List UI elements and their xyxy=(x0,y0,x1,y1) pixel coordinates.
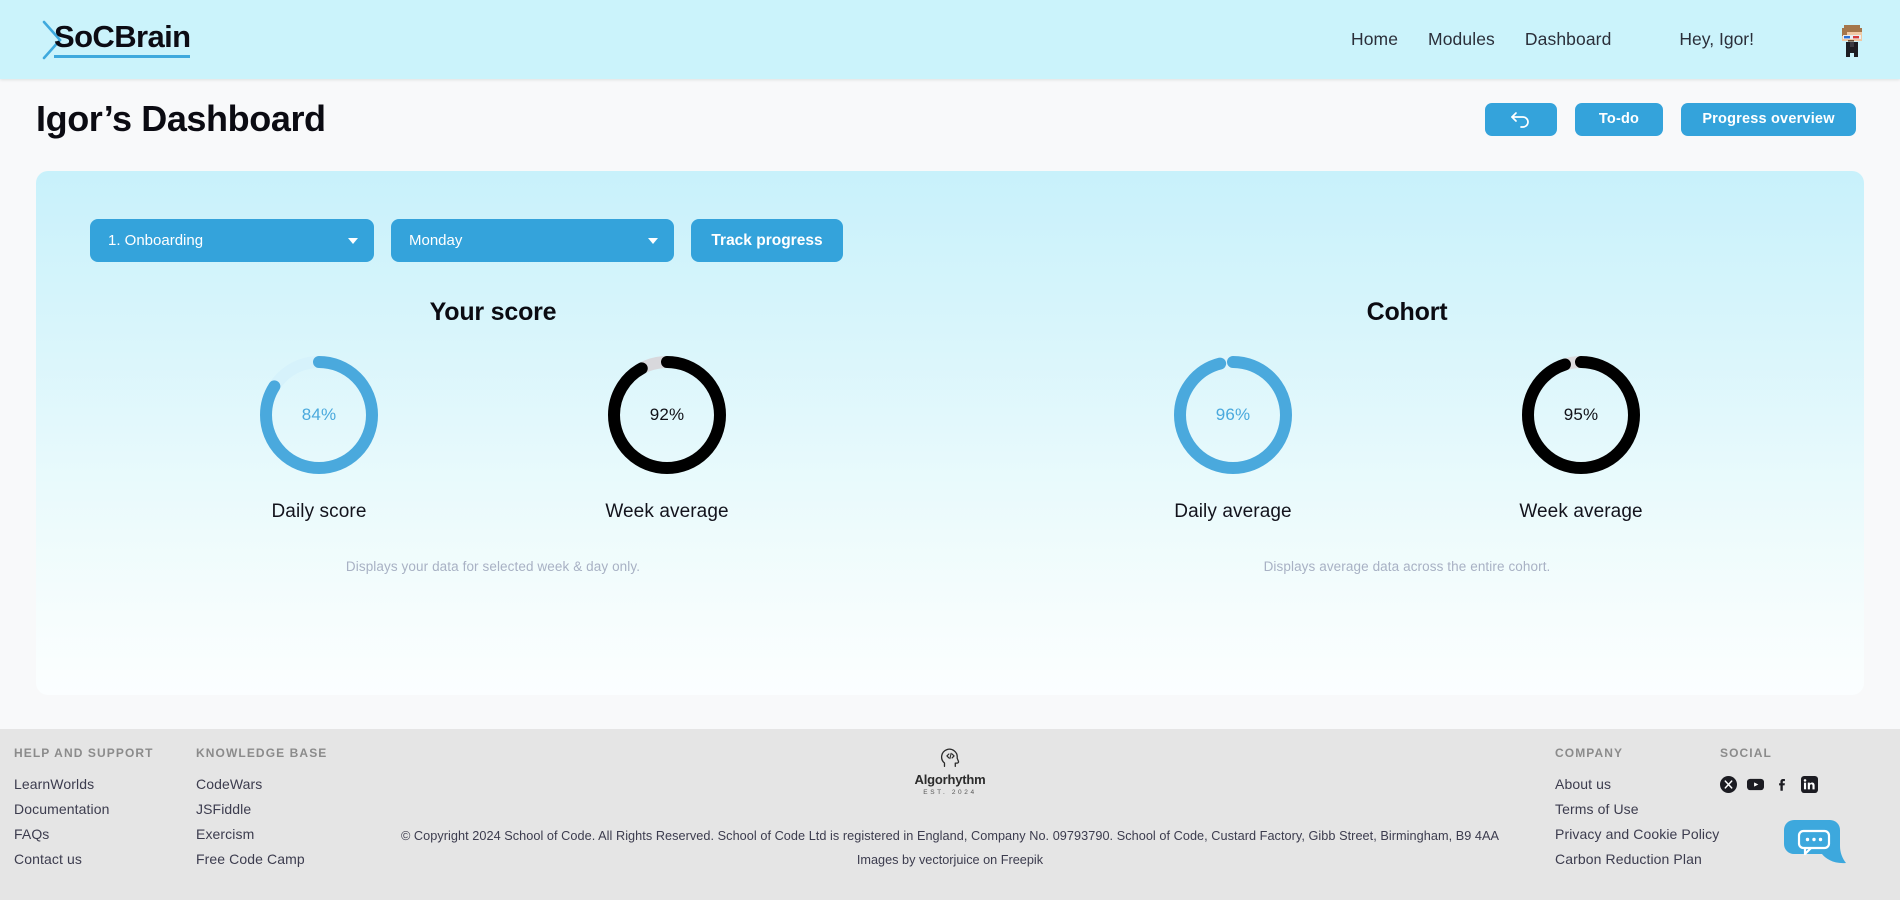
chevron-down-icon xyxy=(348,237,358,244)
back-button[interactable] xyxy=(1485,102,1557,136)
ring-label: Week average xyxy=(605,501,729,522)
ring-daily-average: 96% Daily average xyxy=(1133,351,1333,523)
day-select-value: Monday xyxy=(409,232,463,249)
group-title: Cohort xyxy=(1366,298,1448,326)
dashboard-panel: 1. Onboarding Monday Track progress Your… xyxy=(36,171,1864,695)
filter-controls: 1. Onboarding Monday Track progress xyxy=(36,171,1864,262)
note-your-score: Displays your data for selected week & d… xyxy=(345,559,641,574)
logo-text: SoCBrain xyxy=(54,21,191,58)
panel-notes: Displays your data for selected week & d… xyxy=(36,559,1864,574)
ring-holder: 84% xyxy=(255,351,383,479)
day-select[interactable]: Monday xyxy=(391,219,674,262)
ring-label: Week average xyxy=(1519,501,1643,522)
ring-label: Daily average xyxy=(1174,501,1292,522)
ring-row: 96% Daily average 95% Week average xyxy=(950,351,1864,523)
group-cohort: Cohort 96% Daily average 95% Week averag… xyxy=(950,298,1864,523)
progress-overview-button[interactable]: Progress overview xyxy=(1681,102,1856,136)
module-select[interactable]: 1. Onboarding xyxy=(90,219,374,262)
page-title-row: Igor’s Dashboard To-do Progress overview xyxy=(0,79,1900,159)
head-code-icon xyxy=(940,748,960,767)
ring-holder: 92% xyxy=(603,351,731,479)
group-title: Your score xyxy=(429,298,557,326)
group-your-score: Your score 84% Daily score 92% Week aver… xyxy=(36,298,950,523)
nav-item-modules[interactable]: Modules xyxy=(1428,29,1495,50)
user-greeting: Hey, Igor! xyxy=(1679,29,1754,49)
ring-daily-score: 84% Daily score xyxy=(219,351,419,523)
page-title: Igor’s Dashboard xyxy=(36,98,326,139)
footer-images-credit: Images by vectorjuice on Freepik xyxy=(856,853,1044,867)
ring-week-average: 92% Week average xyxy=(567,351,767,523)
logo[interactable]: SoCBrain xyxy=(40,18,191,62)
undo-arrow-icon xyxy=(1511,112,1529,128)
footer-brand: Algorhythm EST. 2024 xyxy=(0,744,1900,796)
site-footer: HELP AND SUPPORT LearnWorlds Documentati… xyxy=(0,729,1900,900)
chat-bubble-button[interactable] xyxy=(1784,818,1846,866)
page-actions: To-do Progress overview xyxy=(1485,102,1856,136)
footer-brand-name: Algorhythm xyxy=(914,772,986,787)
score-groups: Your score 84% Daily score 92% Week aver… xyxy=(36,298,1864,523)
ring-value: 95% xyxy=(1563,405,1599,424)
ring-value: 92% xyxy=(649,405,685,424)
ring-label: Daily score xyxy=(271,501,367,522)
ring-row: 84% Daily score 92% Week average xyxy=(36,351,950,523)
footer-link-terms-of-use[interactable]: Terms of Use xyxy=(1555,801,1719,817)
ring-value: 84% xyxy=(301,405,337,424)
note-cohort: Displays average data across the entire … xyxy=(1263,559,1551,574)
footer-link-documentation[interactable]: Documentation xyxy=(14,801,154,817)
ring-week-average: 95% Week average xyxy=(1481,351,1681,523)
footer-copyright: © Copyright 2024 School of Code. All Rig… xyxy=(400,829,1500,843)
ring-holder: 95% xyxy=(1517,351,1645,479)
nav-item-dashboard[interactable]: Dashboard xyxy=(1525,29,1612,50)
track-progress-button[interactable]: Track progress xyxy=(691,219,843,262)
main-nav: Home Modules Dashboard Hey, Igor! xyxy=(1351,20,1872,60)
footer-link-jsfiddle[interactable]: JSFiddle xyxy=(196,801,327,817)
avatar[interactable] xyxy=(1832,20,1872,60)
todo-button[interactable]: To-do xyxy=(1575,102,1663,136)
footer-brand-est: EST. 2024 xyxy=(923,789,977,796)
top-header: SoCBrain Home Modules Dashboard Hey, Igo… xyxy=(0,0,1900,79)
ring-holder: 96% xyxy=(1169,351,1297,479)
module-select-value: 1. Onboarding xyxy=(108,232,204,249)
ring-value: 96% xyxy=(1215,405,1251,424)
chevron-down-icon xyxy=(648,237,658,244)
nav-item-home[interactable]: Home xyxy=(1351,29,1398,50)
